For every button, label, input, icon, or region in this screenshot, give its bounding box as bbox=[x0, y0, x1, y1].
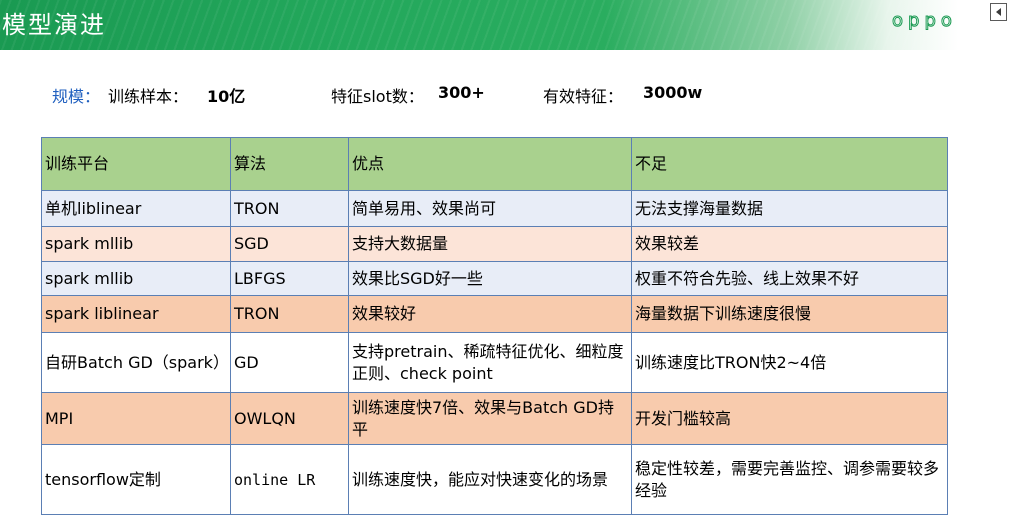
cell-algorithm: online LR bbox=[230, 444, 349, 515]
scale-label: 规模： bbox=[52, 87, 101, 106]
cell-pros: 训练速度快7倍、效果与Batch GD持平 bbox=[348, 392, 632, 445]
table-row: spark mllib LBFGS 效果比SGD好一些 权重不符合先验、线上效果… bbox=[41, 261, 948, 296]
header-platform: 训练平台 bbox=[41, 137, 231, 191]
table-row: 自研Batch GD（spark） GD 支持pretrain、稀疏特征优化、细… bbox=[41, 332, 948, 393]
header-algorithm: 算法 bbox=[230, 137, 349, 191]
cell-pros: 支持大数据量 bbox=[348, 226, 632, 262]
table-row: spark mllib SGD 支持大数据量 效果较差 bbox=[41, 226, 948, 262]
cell-pros: 效果比SGD好一些 bbox=[348, 261, 632, 296]
cell-platform: 单机liblinear bbox=[41, 190, 231, 227]
cell-cons: 效果较差 bbox=[631, 226, 948, 262]
cell-pros: 训练速度快，能应对快速变化的场景 bbox=[348, 444, 632, 515]
cell-platform: tensorflow定制 bbox=[41, 444, 231, 515]
cell-cons: 开发门槛较高 bbox=[631, 392, 948, 445]
header-cons: 不足 bbox=[631, 137, 948, 191]
brand-logo: oppo bbox=[892, 10, 957, 32]
cell-cons: 海量数据下训练速度很慢 bbox=[631, 295, 948, 333]
table-header-row: 训练平台 算法 优点 不足 bbox=[41, 137, 948, 191]
header-pros: 优点 bbox=[348, 137, 632, 191]
cell-cons: 稳定性较差，需要完善监控、调参需要较多经验 bbox=[631, 444, 948, 515]
cell-algorithm: GD bbox=[230, 332, 349, 393]
cell-algorithm: TRON bbox=[230, 190, 349, 227]
scale-summary: 规模： 训练样本： 10亿 特征slot数： 300+ 有效特征： 3000w bbox=[0, 83, 1009, 107]
slots-value: 300+ bbox=[438, 83, 485, 102]
cell-platform: spark liblinear bbox=[41, 295, 231, 333]
cell-cons: 权重不符合先验、线上效果不好 bbox=[631, 261, 948, 296]
cell-algorithm: TRON bbox=[230, 295, 349, 333]
samples-label: 训练样本： bbox=[108, 87, 189, 106]
cell-cons: 训练速度比TRON快2~4倍 bbox=[631, 332, 948, 393]
table-row: tensorflow定制 online LR 训练速度快，能应对快速变化的场景 … bbox=[41, 444, 948, 515]
features-value: 3000w bbox=[643, 83, 703, 102]
page-title: 模型演进 bbox=[2, 11, 106, 39]
cell-platform: spark mllib bbox=[41, 226, 231, 262]
cell-algorithm: OWLQN bbox=[230, 392, 349, 445]
slots-label: 特征slot数： bbox=[331, 87, 424, 106]
cell-cons: 无法支撑海量数据 bbox=[631, 190, 948, 227]
features-label: 有效特征： bbox=[543, 87, 624, 106]
cell-platform: MPI bbox=[41, 392, 231, 445]
cell-platform: 自研Batch GD（spark） bbox=[41, 332, 231, 393]
cell-pros: 支持pretrain、稀疏特征优化、细粒度正则、check point bbox=[348, 332, 632, 393]
cell-platform: spark mllib bbox=[41, 261, 231, 296]
cell-algorithm: SGD bbox=[230, 226, 349, 262]
header-decoration bbox=[0, 0, 1009, 50]
cell-pros: 简单易用、效果尚可 bbox=[348, 190, 632, 227]
cell-algorithm: LBFGS bbox=[230, 261, 349, 296]
title-bar: 模型演进 oppo bbox=[0, 0, 1009, 50]
model-comparison-table: 训练平台 算法 优点 不足 单机liblinear TRON 简单易用、效果尚可… bbox=[41, 137, 948, 515]
samples-value: 10亿 bbox=[207, 87, 246, 106]
table-row: MPI OWLQN 训练速度快7倍、效果与Batch GD持平 开发门槛较高 bbox=[41, 392, 948, 445]
table-row: 单机liblinear TRON 简单易用、效果尚可 无法支撑海量数据 bbox=[41, 190, 948, 227]
collapse-arrow-icon[interactable] bbox=[990, 3, 1007, 21]
table-row: spark liblinear TRON 效果较好 海量数据下训练速度很慢 bbox=[41, 295, 948, 333]
cell-pros: 效果较好 bbox=[348, 295, 632, 333]
